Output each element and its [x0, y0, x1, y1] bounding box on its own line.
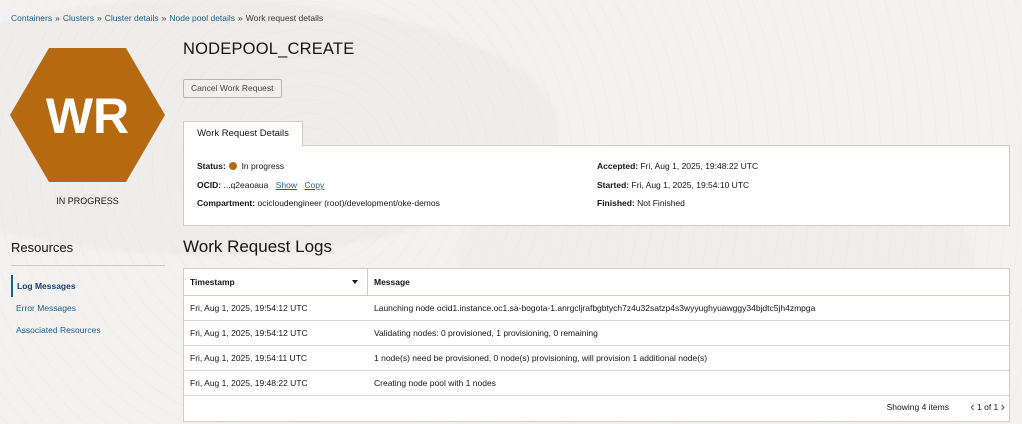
- status-field: Status: In progress: [197, 161, 284, 171]
- divider: [11, 265, 165, 266]
- work-request-badge: WR: [10, 48, 165, 182]
- status-dot-icon: [229, 162, 238, 170]
- row-message: Validating nodes: 0 provisioned, 1 provi…: [374, 328, 598, 338]
- pagination: ‹ 1 of 1 ›: [970, 393, 1005, 421]
- table-footer: Showing 4 items ‹ 1 of 1 ›: [184, 393, 1009, 421]
- accepted-label: Accepted:: [597, 161, 639, 171]
- hexagon-icon: WR: [10, 48, 165, 182]
- ocid-copy-link[interactable]: Copy: [304, 180, 324, 190]
- badge-text: WR: [46, 88, 129, 144]
- row-message: 1 node(s) need be provisioned, 0 node(s)…: [374, 353, 708, 363]
- breadcrumb-cluster-details[interactable]: Cluster details: [105, 13, 159, 23]
- ocid-value: ...q2eaoaua: [223, 180, 269, 190]
- status-label: Status:: [197, 161, 226, 171]
- chevron-left-icon[interactable]: ‹: [970, 399, 974, 414]
- cancel-work-request-button[interactable]: Cancel Work Request: [183, 79, 282, 98]
- column-header-message: Message: [374, 277, 410, 287]
- sidebar-item-associated-resources[interactable]: Associated Resources: [11, 319, 165, 341]
- logs-table: Timestamp Message Fri, Aug 1, 2025, 19:5…: [183, 268, 1010, 422]
- row-timestamp: Fri, Aug 1, 2025, 19:54:12 UTC: [190, 328, 308, 338]
- started-value: Fri, Aug 1, 2025, 19:54:10 UTC: [631, 180, 750, 190]
- sidebar-item-error-messages[interactable]: Error Messages: [11, 297, 165, 319]
- breadcrumb: Containers» Clusters» Cluster details» Node…: [11, 13, 324, 23]
- table-row: Fri, Aug 1, 2025, 19:54:12 UTC Launching…: [184, 296, 1009, 321]
- compartment-label: Compartment:: [197, 198, 256, 208]
- page-title: NODEPOOL_CREATE: [183, 40, 355, 58]
- accepted-field: Accepted: Fri, Aug 1, 2025, 19:48:22 UTC: [597, 161, 758, 171]
- accepted-value: Fri, Aug 1, 2025, 19:48:22 UTC: [640, 161, 759, 171]
- sort-down-icon[interactable]: [352, 280, 358, 284]
- status-caption: IN PROGRESS: [56, 196, 119, 206]
- column-header-timestamp[interactable]: Timestamp: [184, 269, 368, 296]
- compartment-value: ocicloudengineer (root)/development/oke-…: [257, 198, 440, 208]
- breadcrumb-node-pool-details[interactable]: Node pool details: [169, 13, 235, 23]
- finished-field: Finished: Not Finished: [597, 198, 685, 208]
- details-panel: Status: In progress OCID: ...q2eaoaua Sh…: [183, 145, 1010, 226]
- row-message: Launching node ocid1.instance.oc1.sa-bog…: [374, 303, 816, 313]
- resources-title: Resources: [11, 240, 74, 255]
- table-row: Fri, Aug 1, 2025, 19:54:12 UTC Validatin…: [184, 321, 1009, 346]
- finished-value: Not Finished: [637, 198, 685, 208]
- table-row: Fri, Aug 1, 2025, 19:54:11 UTC 1 node(s)…: [184, 346, 1009, 371]
- logs-title: Work Request Logs: [183, 237, 332, 256]
- ocid-label: OCID:: [197, 180, 222, 190]
- breadcrumb-clusters[interactable]: Clusters: [63, 13, 94, 23]
- compartment-field: Compartment: ocicloudengineer (root)/dev…: [197, 198, 440, 208]
- breadcrumb-containers[interactable]: Containers: [11, 13, 52, 23]
- status-value: In progress: [241, 161, 285, 171]
- ocid-show-link[interactable]: Show: [276, 180, 297, 190]
- chevron-right-icon[interactable]: ›: [1001, 399, 1005, 414]
- row-timestamp: Fri, Aug 1, 2025, 19:54:12 UTC: [190, 303, 308, 313]
- ocid-field: OCID: ...q2eaoaua Show Copy: [197, 180, 324, 190]
- page-indicator: 1 of 1: [977, 402, 999, 412]
- resources-nav: Log Messages Error Messages Associated R…: [11, 275, 165, 341]
- breadcrumb-current: Work request details: [245, 13, 324, 23]
- table-header: Timestamp Message: [184, 269, 1009, 296]
- timestamp-header-label: Timestamp: [190, 277, 235, 287]
- started-label: Started:: [597, 180, 630, 190]
- tab-work-request-details[interactable]: Work Request Details: [183, 121, 303, 146]
- row-timestamp: Fri, Aug 1, 2025, 19:54:11 UTC: [190, 353, 308, 363]
- started-field: Started: Fri, Aug 1, 2025, 19:54:10 UTC: [597, 180, 749, 190]
- showing-count: Showing 4 items: [886, 402, 949, 412]
- finished-label: Finished:: [597, 198, 635, 208]
- sidebar-item-log-messages[interactable]: Log Messages: [11, 275, 165, 297]
